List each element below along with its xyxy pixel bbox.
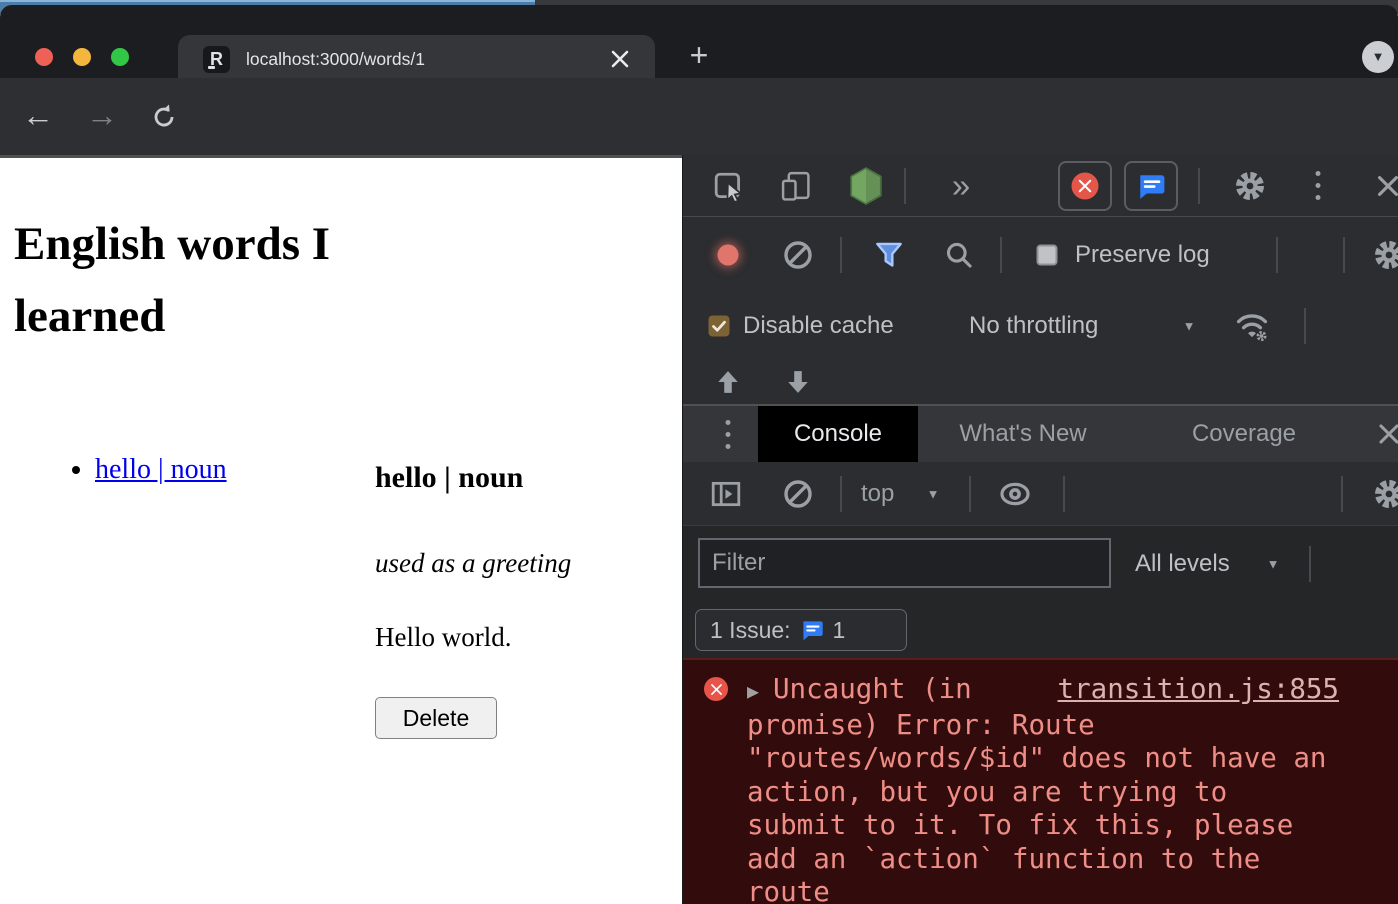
network-settings-gear-icon[interactable] (1372, 238, 1398, 272)
filter-funnel-icon[interactable] (874, 240, 905, 271)
console-issues-row: 1 Issue: 1 (683, 602, 1398, 658)
close-devtools-icon[interactable] (1376, 174, 1398, 198)
expand-triangle-icon[interactable]: ▶ (747, 675, 773, 709)
tab-coverage[interactable]: Coverage (1178, 406, 1310, 462)
issue-chat-icon (800, 618, 824, 642)
delete-button[interactable]: Delete (375, 697, 497, 739)
console-error-message: transition.js:855 ▶Uncaught (in promise) … (683, 658, 1398, 904)
issues-count: 1 (833, 617, 846, 644)
devtools-menu-icon[interactable] (1316, 168, 1321, 204)
issues-message-button[interactable] (1124, 161, 1178, 211)
list-item: hello | noun (95, 454, 227, 486)
separator (1198, 168, 1200, 204)
separator (1341, 476, 1343, 512)
chat-bubble-icon (1136, 171, 1166, 201)
network-toolbar: Preserve log (683, 217, 1398, 293)
tab-title: localhost:3000/words/1 (246, 35, 425, 83)
traffic-light-close[interactable] (35, 48, 53, 66)
console-settings-gear-icon[interactable] (1372, 477, 1398, 511)
devtools-main-toolbar: » (683, 155, 1398, 217)
chevron-down-icon: ▼ (1372, 49, 1385, 64)
forward-button[interactable]: → (86, 78, 118, 155)
throttling-dropdown[interactable]: No throttling (969, 312, 1098, 340)
web-page: English words I learned hello | noun hel… (0, 155, 682, 904)
word-list: hello | noun (0, 454, 227, 486)
error-text: Uncaught (in promise) Error: Route "rout… (747, 673, 1326, 904)
error-source-link[interactable]: transition.js:855 (1058, 673, 1339, 707)
separator (840, 476, 842, 512)
tab-strip: R localhost:3000/words/1 + ▼ (0, 5, 1398, 78)
search-icon[interactable] (944, 240, 975, 271)
reload-button[interactable] (150, 103, 178, 131)
live-expression-eye-icon[interactable] (998, 480, 1032, 508)
chevron-down-icon[interactable]: ▼ (1183, 319, 1196, 334)
disable-cache-checkbox[interactable] (709, 316, 730, 337)
page-title: English words I learned (14, 208, 484, 352)
record-network-log-button[interactable] (718, 245, 739, 266)
error-body: transition.js:855 ▶Uncaught (in promise) … (747, 673, 1339, 904)
clear-network-log-icon[interactable] (782, 239, 814, 271)
clear-console-icon[interactable] (782, 478, 814, 510)
tab-close-icon[interactable] (610, 49, 630, 69)
settings-gear-icon[interactable] (1233, 169, 1267, 203)
separator (1276, 237, 1278, 273)
tab-console[interactable]: Console (758, 406, 918, 462)
more-tabs-icon[interactable]: » (952, 167, 970, 205)
separator (1000, 237, 1002, 273)
separator (840, 237, 842, 273)
word-definition: used as a greeting (375, 548, 571, 579)
separator (1304, 308, 1306, 344)
export-har-icon[interactable] (786, 369, 810, 395)
drawer-menu-icon[interactable] (726, 416, 731, 452)
error-badge-icon (1072, 173, 1099, 200)
tab-search-button[interactable]: ▼ (1362, 41, 1394, 73)
import-har-icon[interactable] (716, 369, 740, 395)
har-row (683, 359, 1398, 404)
preserve-log-checkbox[interactable] (1037, 245, 1058, 266)
browser-tab[interactable]: R localhost:3000/words/1 (178, 35, 655, 83)
console-filter-input[interactable] (698, 538, 1111, 588)
nodejs-icon[interactable] (849, 167, 883, 205)
chevron-down-icon[interactable]: ▼ (1267, 557, 1280, 572)
tab-whats-new[interactable]: What's New (948, 406, 1098, 462)
remix-favicon-icon: R (203, 46, 230, 73)
issues-label: 1 Issue: (710, 617, 791, 644)
execution-context-dropdown[interactable]: top (861, 480, 894, 508)
back-button[interactable]: ← (22, 78, 54, 155)
console-errors-button[interactable] (1058, 161, 1112, 211)
separator (1309, 546, 1311, 582)
devtools-panel: » (682, 155, 1398, 904)
traffic-light-minimize[interactable] (73, 48, 91, 66)
separator (1343, 237, 1345, 273)
close-drawer-icon[interactable] (1378, 423, 1398, 446)
preserve-log-label[interactable]: Preserve log (1075, 241, 1210, 269)
log-levels-dropdown[interactable]: All levels (1135, 550, 1230, 578)
console-toolbar: top ▼ (683, 462, 1398, 526)
network-conditions-icon[interactable] (1233, 309, 1271, 343)
disable-cache-label[interactable]: Disable cache (743, 312, 894, 340)
device-toolbar-icon[interactable] (781, 170, 812, 201)
screen: R localhost:3000/words/1 + ▼ ← → localho… (0, 0, 1398, 904)
error-icon (704, 677, 728, 701)
issues-counter-button[interactable]: 1 Issue: 1 (695, 609, 907, 651)
new-tab-button[interactable]: + (683, 40, 715, 72)
network-conditions-toolbar: Disable cache No throttling ▼ (683, 293, 1398, 359)
drawer-tab-bar: Console What's New Coverage (683, 404, 1398, 462)
separator (1063, 476, 1065, 512)
separator (969, 476, 971, 512)
traffic-light-zoom[interactable] (111, 48, 129, 66)
separator (904, 168, 906, 204)
word-example: Hello world. (375, 622, 511, 653)
inspect-element-icon[interactable] (713, 170, 745, 202)
word-link[interactable]: hello | noun (95, 454, 227, 485)
browser-toolbar: ← → localhost:3000/words/1 Incognito (0, 78, 1398, 155)
console-sidebar-icon[interactable] (710, 479, 742, 509)
console-filter-row: All levels ▼ (683, 526, 1398, 602)
chevron-down-icon[interactable]: ▼ (927, 486, 940, 501)
word-detail-title: hello | noun (375, 461, 523, 495)
